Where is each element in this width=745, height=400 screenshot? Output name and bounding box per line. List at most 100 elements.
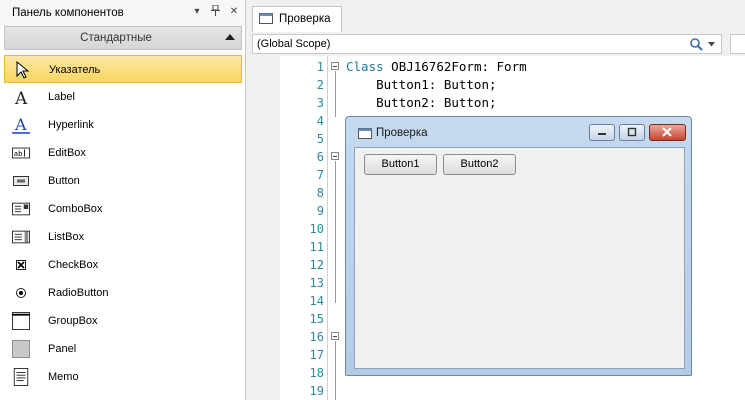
tab-proverka[interactable]: Проверка — [252, 6, 342, 32]
listbox-icon — [12, 230, 30, 244]
line-number: 6 — [316, 150, 324, 164]
category-label: Стандартные — [80, 32, 152, 44]
component-panel: Панель компонентов ▾ ✕ Стандартные Указа… — [0, 0, 246, 400]
line-number: 5 — [316, 132, 324, 146]
line-number: 8 — [316, 186, 324, 200]
line-number: 19 — [309, 384, 324, 398]
component-item-radiobutton[interactable]: RadioButton — [4, 279, 242, 307]
line-number: 13 — [309, 276, 324, 290]
line-number: 12 — [309, 258, 324, 272]
class-declaration: OBJ16762Form: Form — [383, 59, 527, 74]
code-line-1: Class OBJ16762Form: Form — [346, 59, 527, 74]
groupbox-icon — [12, 312, 30, 330]
fold-toggle-icon[interactable] — [331, 62, 339, 70]
line-number: 3 — [316, 96, 324, 110]
minimize-icon — [598, 133, 606, 135]
line-number: 16 — [309, 330, 324, 344]
editor-margin — [252, 56, 280, 400]
fold-line — [335, 71, 336, 117]
close-icon — [662, 127, 672, 137]
dropdown-icon[interactable]: ▾ — [190, 5, 204, 19]
line-number: 7 — [316, 168, 324, 182]
button-icon — [13, 176, 29, 186]
tab-label: Проверка — [279, 13, 331, 25]
form-client-area[interactable] — [354, 147, 685, 369]
close-icon[interactable]: ✕ — [227, 5, 241, 19]
combobox-icon — [12, 202, 30, 216]
component-item-button[interactable]: Button — [4, 167, 242, 195]
line-number: 9 — [316, 204, 324, 218]
component-label: RadioButton — [48, 287, 109, 299]
component-item-hyperlink[interactable]: A Hyperlink — [4, 111, 242, 139]
scope-selector[interactable]: (Global Scope) — [252, 34, 722, 54]
component-item-pointer[interactable]: Указатель — [4, 55, 242, 83]
collapse-arrow-icon[interactable] — [225, 32, 235, 42]
button1[interactable]: Button1 — [364, 154, 437, 175]
line-number: 17 — [309, 348, 324, 362]
pin-icon[interactable] — [208, 4, 222, 19]
component-item-editbox[interactable]: ab EditBox — [4, 139, 242, 167]
component-label: Указатель — [49, 64, 101, 76]
component-label: Label — [48, 91, 75, 103]
component-item-combobox[interactable]: ComboBox — [4, 195, 242, 223]
component-label: EditBox — [48, 147, 86, 159]
maximize-icon — [627, 127, 637, 137]
scope-value: (Global Scope) — [257, 38, 331, 50]
form-title: Проверка — [376, 127, 428, 139]
memo-icon — [13, 368, 29, 386]
component-label: Panel — [48, 343, 77, 355]
checkbox-icon — [16, 260, 26, 270]
fold-line — [335, 341, 336, 400]
button2[interactable]: Button2 — [443, 154, 516, 175]
component-item-memo[interactable]: Memo — [4, 363, 242, 391]
component-item-checkbox[interactable]: CheckBox — [4, 251, 242, 279]
pointer-icon — [16, 61, 30, 79]
line-number: 4 — [316, 114, 324, 128]
close-button[interactable] — [649, 124, 686, 141]
maximize-button[interactable] — [619, 124, 645, 141]
line-number: 10 — [309, 222, 324, 236]
editbox-icon: ab — [12, 147, 30, 159]
component-label: ListBox — [48, 231, 85, 243]
code-line-2: Button1: Button; — [346, 77, 497, 92]
form-designer-window[interactable]: Проверка Button1 Button2 — [345, 116, 692, 376]
component-label: ComboBox — [48, 203, 103, 215]
search-icon[interactable] — [689, 37, 703, 51]
chevron-down-icon[interactable] — [708, 42, 715, 47]
panel-title-bar: Панель компонентов ▾ ✕ — [0, 0, 245, 26]
svg-text:ab: ab — [14, 149, 23, 158]
hyperlink-icon: A — [12, 116, 30, 134]
svg-text:A: A — [14, 116, 27, 134]
radiobutton-icon — [16, 288, 26, 298]
line-number: 14 — [309, 294, 324, 308]
component-label: Hyperlink — [48, 119, 94, 131]
fold-toggle-icon[interactable] — [331, 332, 339, 340]
fold-toggle-icon[interactable] — [331, 152, 339, 160]
panel-icon — [12, 340, 30, 358]
member-selector[interactable] — [730, 34, 745, 54]
component-label: CheckBox — [48, 259, 99, 271]
label-icon: A — [14, 89, 28, 106]
minimize-button[interactable] — [589, 124, 615, 141]
component-label: Memo — [48, 371, 79, 383]
form-icon — [259, 13, 273, 24]
component-label: Button — [48, 175, 80, 187]
code-line-3: Button2: Button; — [346, 95, 497, 110]
line-number: 15 — [309, 312, 324, 326]
category-header[interactable]: Стандартные — [4, 26, 242, 50]
line-number: 18 — [309, 366, 324, 380]
component-item-panel[interactable]: Panel — [4, 335, 242, 363]
line-number: 2 — [316, 78, 324, 92]
fold-line — [335, 161, 336, 303]
line-number: 1 — [316, 60, 324, 74]
keyword-class: Class — [346, 59, 384, 74]
line-number: 11 — [309, 240, 324, 254]
form-icon — [358, 128, 372, 139]
component-item-groupbox[interactable]: GroupBox — [4, 307, 242, 335]
component-item-label[interactable]: A Label — [4, 83, 242, 111]
component-item-listbox[interactable]: ListBox — [4, 223, 242, 251]
gutter-divider — [327, 56, 328, 400]
svg-text:A: A — [14, 89, 28, 106]
panel-title: Панель компонентов — [12, 7, 124, 19]
component-label: GroupBox — [48, 315, 98, 327]
